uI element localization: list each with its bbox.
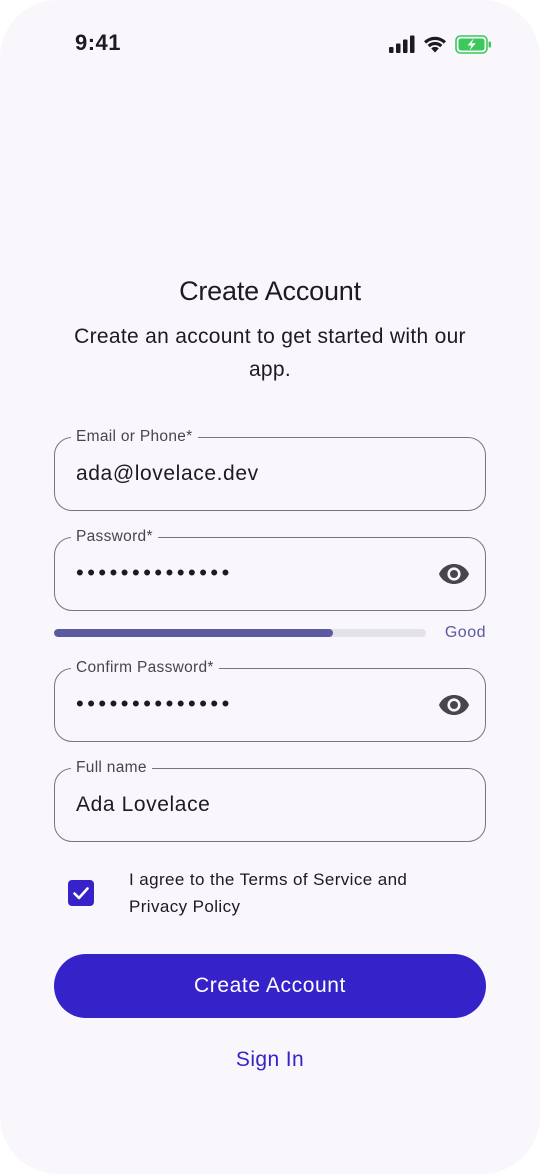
phone-screen: 9:41 Create Account Create an account to…: [0, 0, 540, 1174]
create-account-button[interactable]: Create Account: [54, 954, 486, 1018]
confirm-password-field-label: Confirm Password*: [71, 658, 219, 678]
email-field-value[interactable]: ada@lovelace.dev: [76, 461, 259, 487]
password-field[interactable]: Password* ••••••••••••••: [54, 527, 486, 611]
page-subtitle: Create an account to get started with ou…: [74, 325, 466, 381]
terms-checkbox[interactable]: [68, 880, 94, 906]
email-field[interactable]: Email or Phone* ada@lovelace.dev: [54, 427, 486, 511]
confirm-password-field-value[interactable]: ••••••••••••••: [76, 689, 233, 719]
eye-icon[interactable]: [438, 560, 470, 588]
cellular-signal-icon: [389, 35, 415, 53]
terms-label: I agree to the Terms of Service and Priv…: [129, 870, 408, 916]
wifi-icon: [423, 35, 447, 53]
password-strength-label: Good: [444, 624, 486, 641]
password-field-value[interactable]: ••••••••••••••: [76, 558, 233, 588]
status-time: 9:41: [75, 30, 122, 55]
checkmark-icon: [73, 887, 89, 900]
battery-charging-icon: [455, 34, 492, 54]
full-name-field[interactable]: Full name Ada Lovelace: [54, 758, 486, 842]
sign-in-link[interactable]: Sign In: [0, 1048, 540, 1072]
status-icons: [389, 33, 492, 55]
page-title: Create Account: [179, 276, 361, 306]
full-name-field-value[interactable]: Ada Lovelace: [76, 792, 210, 818]
password-field-label: Password*: [71, 527, 158, 547]
full-name-field-label: Full name: [71, 758, 152, 778]
eye-icon[interactable]: [438, 691, 470, 719]
confirm-password-field[interactable]: Confirm Password* ••••••••••••••: [54, 658, 486, 742]
email-field-label: Email or Phone*: [71, 427, 198, 447]
password-strength-fill: [54, 629, 333, 637]
password-strength-bar: [54, 629, 426, 637]
